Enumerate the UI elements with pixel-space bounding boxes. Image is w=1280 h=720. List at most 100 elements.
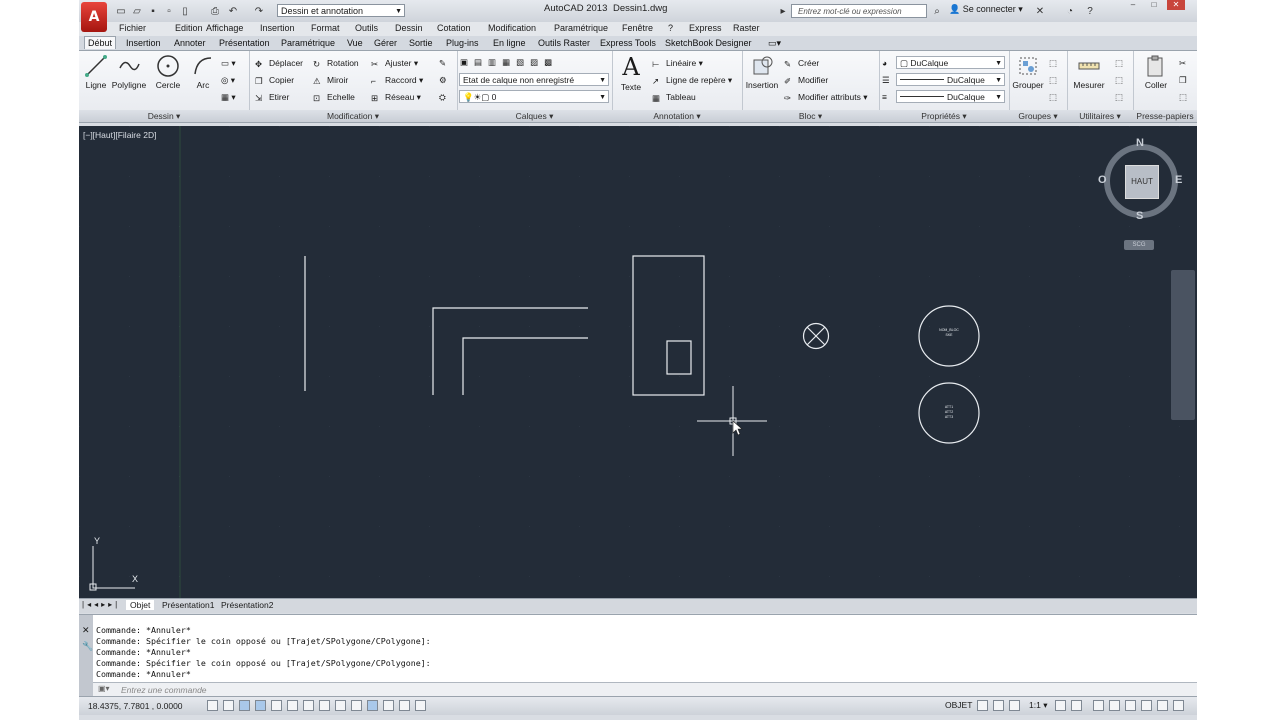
tab-nav-arrows-icon[interactable]: |◂◂▸▸| — [82, 600, 120, 609]
compass-east[interactable]: E — [1175, 174, 1182, 186]
ribbon-tab-12[interactable]: SketchBook Designer — [662, 37, 755, 49]
autocad-logo[interactable]: A — [81, 2, 107, 32]
polar-toggle[interactable] — [271, 700, 282, 711]
cut-icon[interactable]: ✂ — [1179, 56, 1186, 70]
save-as-icon[interactable]: ▫ — [163, 5, 175, 17]
linear-dim-tool[interactable]: ⊢ Linéaire ▾ — [652, 56, 703, 70]
annotation-scale-select[interactable]: 1:1 ▾ — [1029, 700, 1047, 711]
arc-tool[interactable]: Arc — [190, 54, 216, 90]
rectangle-icon[interactable]: ▭ ▾ — [221, 56, 236, 70]
panel-annotation-label[interactable]: Annotation ▾ — [612, 110, 742, 122]
match-props-icon[interactable]: ⬚ — [1179, 90, 1187, 104]
menu-7[interactable]: Cotation — [437, 23, 471, 33]
workspace-select[interactable]: Dessin et annotation ▼ — [277, 4, 405, 17]
ribbon-options-icon[interactable]: ▭▾ — [765, 37, 784, 50]
create-block-tool[interactable]: ✎ Créer — [784, 56, 819, 70]
ucs-menu[interactable]: SCG — [1124, 240, 1154, 250]
ribbon-tab-7[interactable]: Sortie — [406, 37, 436, 49]
lineweight-select[interactable]: DuCalque ▼ — [896, 90, 1005, 103]
3d-osnap-toggle[interactable] — [303, 700, 314, 711]
match-color-icon[interactable]: ◕ — [882, 56, 887, 70]
coordinates-readout[interactable]: 18.4375, 7.7801 , 0.0000 — [88, 701, 183, 711]
panel-calques-label[interactable]: Calques ▾ — [457, 110, 612, 122]
menu-4[interactable]: Format — [311, 23, 340, 33]
menu-9[interactable]: Paramétrique — [554, 23, 608, 33]
transparency-toggle[interactable] — [383, 700, 394, 711]
status-menu-icon[interactable] — [1157, 700, 1168, 711]
layer-state-select[interactable]: Etat de calque non enregistré ▼ — [459, 73, 609, 86]
panel-proprietes-label[interactable]: Propriétés ▾ — [879, 110, 1009, 122]
wrench-icon[interactable]: 🔧 — [82, 641, 93, 652]
ribbon-tab-6[interactable]: Gérer — [371, 37, 400, 49]
menu-13[interactable]: Raster — [733, 23, 760, 33]
autoscale-icon[interactable] — [1071, 700, 1082, 711]
linetype-icon[interactable]: ☰ — [882, 73, 890, 87]
help-icon[interactable]: ? — [1084, 5, 1096, 17]
menu-2[interactable]: Affichage — [206, 23, 243, 33]
rotate-tool[interactable]: ↻ Rotation — [313, 56, 359, 70]
lock-icon[interactable] — [1109, 700, 1120, 711]
viewcube[interactable]: N S E O HAUT — [1098, 137, 1182, 222]
menu-10[interactable]: Fenêtre — [622, 23, 653, 33]
osnap-toggle[interactable] — [287, 700, 298, 711]
workspace-switch-icon[interactable] — [1093, 700, 1104, 711]
drawing-area[interactable]: NOM_BLOC SKE ATT1 ATT2 ATT3 Y X [−][Haut][F… — [79, 126, 1197, 598]
signin-button[interactable]: 👤 Se connecter ▾ — [949, 4, 1023, 15]
ribbon-tab-5[interactable]: Vue — [344, 37, 366, 49]
leader-tool[interactable]: ↗ Ligne de repère ▾ — [652, 73, 732, 87]
command-input[interactable]: Entrez une commande — [93, 682, 1197, 696]
ducs-toggle[interactable] — [335, 700, 346, 711]
text-tool[interactable]: A Texte — [618, 54, 644, 92]
calculator-icon[interactable]: ⬚ — [1115, 73, 1123, 87]
explode-icon[interactable]: ⚙ — [439, 73, 447, 87]
menu-6[interactable]: Dessin — [395, 23, 423, 33]
ribbon-tab-10[interactable]: Outils Raster — [535, 37, 593, 49]
print-icon[interactable]: ⎙ — [209, 5, 221, 17]
panel-utilitaires-label[interactable]: Utilitaires ▾ — [1067, 110, 1133, 122]
copy-tool[interactable]: ❐ Copier — [255, 73, 294, 87]
viewport-controls[interactable]: [−][Haut][Filaire 2D] — [83, 130, 156, 140]
isolate-objects-icon[interactable] — [1141, 700, 1152, 711]
maximize-icon[interactable]: □ — [1145, 0, 1163, 10]
layer-tools-row[interactable]: ▣▤▥▦▧▨▩ — [460, 55, 558, 69]
selection-cycling-toggle[interactable] — [415, 700, 426, 711]
edit-block-tool[interactable]: ✐ Modifier — [784, 73, 828, 87]
undo-icon[interactable]: ↶ — [227, 5, 239, 17]
panel-bloc-label[interactable]: Bloc ▾ — [742, 110, 879, 122]
ribbon-tab-3[interactable]: Présentation — [216, 37, 273, 49]
ribbon-tab-0[interactable]: Début — [84, 36, 117, 49]
quick-view-layouts-icon[interactable] — [977, 700, 988, 711]
menu-8[interactable]: Modification — [488, 23, 536, 33]
erase-icon[interactable]: ✎ — [439, 56, 446, 70]
panel-presse-label[interactable]: Presse-papiers — [1133, 110, 1197, 122]
circle-tool[interactable]: Cercle — [155, 54, 181, 90]
viewcube-face-top[interactable]: HAUT — [1125, 165, 1159, 199]
close-icon[interactable]: ✕ — [1167, 0, 1185, 10]
table-tool[interactable]: ▦ Tableau — [652, 90, 696, 104]
measure-tool[interactable]: Mesurer — [1071, 54, 1107, 90]
line-tool[interactable]: Ligne — [84, 54, 108, 90]
move-tool[interactable]: ✥ Déplacer — [255, 56, 303, 70]
menu-1[interactable]: Edition — [175, 23, 203, 33]
quick-select-icon[interactable]: ⬚ — [1115, 56, 1123, 70]
panel-modification-label[interactable]: Modification ▾ — [249, 110, 457, 122]
panel-dessin-label[interactable]: Dessin ▾ — [79, 110, 249, 122]
user-icon[interactable]: ◔ — [1064, 5, 1076, 17]
model-space-button[interactable]: OBJET — [945, 700, 972, 710]
array-tool[interactable]: ⊞ Réseau ▾ — [371, 90, 421, 104]
otrack-toggle[interactable] — [319, 700, 330, 711]
quick-props-toggle[interactable] — [399, 700, 410, 711]
copy-clip-icon[interactable]: ❐ — [1179, 73, 1187, 87]
quick-view-drawings-icon[interactable] — [993, 700, 1004, 711]
hardware-accel-icon[interactable] — [1125, 700, 1136, 711]
menu-12[interactable]: Express — [689, 23, 722, 33]
save-icon[interactable]: ▪ — [147, 5, 159, 17]
ribbon-tab-8[interactable]: Plug-ins — [443, 37, 482, 49]
hatch-icon[interactable]: ▦ ▾ — [221, 90, 236, 104]
ribbon-tab-4[interactable]: Paramétrique — [278, 37, 338, 49]
panel-groupes-label[interactable]: Groupes ▾ — [1009, 110, 1067, 122]
tab-presentation1[interactable]: Présentation1 — [158, 600, 218, 610]
stretch-tool[interactable]: ⇲ Etirer — [255, 90, 289, 104]
grid-toggle[interactable] — [239, 700, 250, 711]
ungroup-icon[interactable]: ⬚ — [1049, 56, 1057, 70]
